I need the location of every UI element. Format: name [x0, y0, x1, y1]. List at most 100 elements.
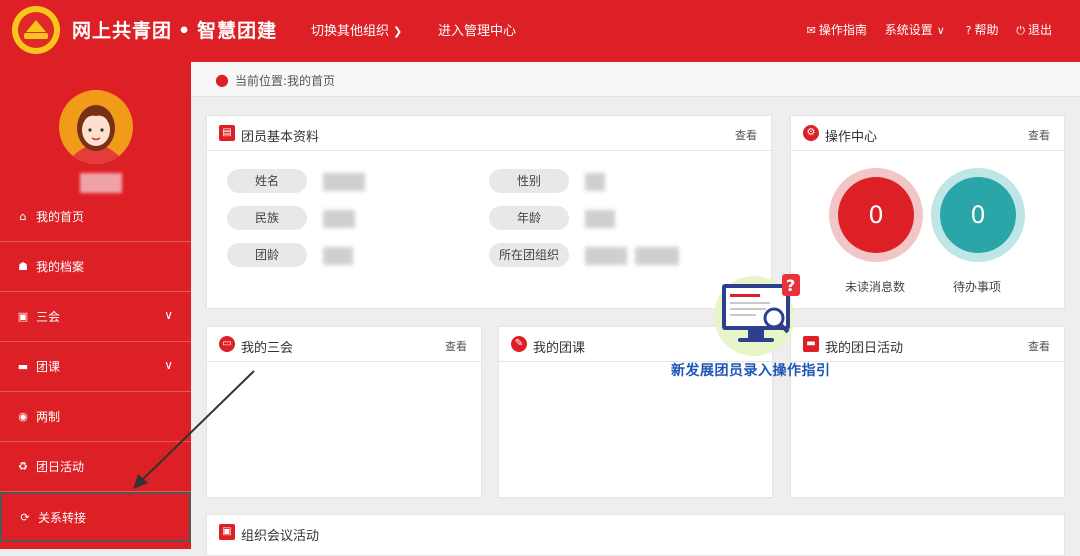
org-meeting-panel-header: ▣ 组织会议活动 — [207, 515, 1064, 549]
field-value-redacted — [323, 173, 365, 191]
avatar[interactable] — [59, 90, 133, 164]
top-bar: 网上共青团 • 智慧团建 切换其他组织 ❯ 进入管理中心 ✉ 操作指南 系统设置 ∨ ? 帮… — [0, 0, 1080, 62]
help-icon: ? — [965, 24, 972, 37]
sidebar-menu: ⌂ 我的首页 ☗ 我的档案 ▣ 三会 ∨ ▬ 团课 ∨ ◉ 两制 ♻ 团日活动 … — [0, 192, 191, 542]
brand-main: 网上共青团 — [72, 20, 173, 42]
field-label-league-age: 团龄 — [227, 243, 307, 267]
league-emblem-logo[interactable] — [12, 6, 60, 54]
chevron-down-icon: ∨ — [164, 308, 173, 322]
panel-title: 团员基本资料 — [241, 130, 320, 145]
field-value-redacted — [323, 247, 353, 265]
sidebar-item-label: 我的档案 — [36, 260, 85, 274]
field-value-redacted — [323, 210, 355, 228]
sidebar-item-meetings[interactable]: ▣ 三会 ∨ — [0, 292, 191, 342]
profile-panel: ▤ 团员基本资料 查看 姓名 民族 团龄 性别 年龄 所在团组织 — [206, 115, 772, 309]
target-icon: ◉ — [18, 410, 28, 423]
sidebar-item-profile[interactable]: ☗ 我的档案 — [0, 242, 191, 292]
profile-panel-header: ▤ 团员基本资料 查看 — [207, 116, 771, 151]
sidebar-item-label: 团课 — [36, 360, 61, 374]
sidebar-item-label: 关系转接 — [38, 510, 87, 525]
todo-badge[interactable]: 0 — [931, 168, 1025, 262]
field-label-name: 姓名 — [227, 169, 307, 193]
location-pin-icon: ● — [215, 70, 229, 89]
view-more-link[interactable]: 查看 — [1028, 127, 1050, 143]
panel-title: 组织会议活动 — [241, 529, 320, 544]
field-label-organization: 所在团组织 — [489, 243, 569, 267]
unread-messages-badge[interactable]: 0 — [829, 168, 923, 262]
chevron-down-icon: ∨ — [936, 24, 945, 37]
todo-count: 0 — [940, 177, 1016, 253]
logout-label: 退出 — [1027, 23, 1052, 37]
admin-center-label: 进入管理中心 — [438, 24, 517, 39]
switch-org-label: 切换其他组织 — [311, 24, 390, 39]
sidebar-item-two-systems[interactable]: ◉ 两制 — [0, 392, 191, 442]
ops-panel-header: ⚙ 操作中心 查看 — [791, 116, 1064, 151]
league-day-panel: ▬ 我的团日活动 查看 — [790, 326, 1065, 498]
folder-icon: ▬ — [17, 360, 29, 373]
view-more-link[interactable]: 查看 — [1028, 338, 1050, 354]
logout-link[interactable]: ⏻ 退出 — [1016, 23, 1052, 37]
meeting-icon: ▭ — [219, 336, 235, 352]
guide-caption: 新发展团员录入操作指引 — [671, 363, 831, 379]
unread-count: 0 — [838, 177, 914, 253]
sidebar-item-label: 我的首页 — [36, 210, 85, 224]
meetings-panel-header: ▭ 我的三会 查看 — [207, 327, 481, 362]
field-value-redacted — [585, 173, 605, 191]
panel-title: 我的三会 — [241, 341, 294, 356]
league-day-panel-header: ▬ 我的团日活动 查看 — [791, 327, 1064, 362]
field-value-redacted — [585, 247, 627, 265]
unread-label: 未读消息数 — [845, 280, 906, 294]
ops-center-panel: ⚙ 操作中心 查看 0 0 未读消息数 待办事项 — [790, 115, 1065, 309]
org-meeting-panel: ▣ 组织会议活动 — [206, 514, 1065, 556]
meeting-icon: ▣ — [17, 310, 29, 323]
guide-illustration: ? — [712, 272, 804, 362]
recycle-icon: ♻ — [18, 460, 28, 473]
settings-menu[interactable]: 系统设置 ∨ — [885, 23, 948, 37]
username-redacted — [80, 173, 122, 193]
admin-center-link[interactable]: 进入管理中心 — [438, 20, 516, 39]
panel-title: 我的团日活动 — [825, 341, 904, 356]
sidebar-item-transfer[interactable]: ⟳ 关系转接 — [0, 492, 191, 542]
view-more-link[interactable]: 查看 — [735, 127, 757, 143]
document-icon: ▣ — [219, 524, 235, 540]
profile-icon: ☗ — [18, 260, 28, 273]
field-label-ethnicity: 民族 — [227, 206, 307, 230]
field-value-redacted — [635, 247, 679, 265]
brand-sub: 智慧团建 — [197, 20, 278, 42]
id-card-icon: ▤ — [219, 125, 235, 141]
meetings-panel: ▭ 我的三会 查看 — [206, 326, 482, 498]
sidebar-item-league-day[interactable]: ♻ 团日活动 — [0, 442, 191, 492]
todo-label: 待办事项 — [953, 280, 1002, 294]
settings-label: 系统设置 — [884, 23, 933, 37]
sidebar-item-label: 两制 — [36, 410, 61, 424]
ops-guide-label: 操作指南 — [818, 23, 867, 37]
breadcrumb: ● 当前位置:我的首页 — [191, 62, 1080, 97]
chevron-down-icon: ❯ — [393, 25, 403, 38]
panel-title: 操作中心 — [825, 130, 878, 145]
breadcrumb-text: 当前位置:我的首页 — [235, 74, 336, 88]
power-icon: ⏻ — [1016, 24, 1025, 37]
book-icon: ✎ — [511, 336, 527, 352]
sidebar-item-home[interactable]: ⌂ 我的首页 — [0, 192, 191, 242]
switch-org-menu[interactable]: 切换其他组织 ❯ — [311, 20, 402, 39]
flag-icon: ▬ — [803, 336, 819, 352]
transfer-icon: ⟳ — [20, 510, 30, 524]
help-link[interactable]: ? 帮助 — [966, 23, 999, 37]
top-links: ✉ 操作指南 系统设置 ∨ ? 帮助 ⏻ 退出 — [793, 21, 1052, 38]
mail-icon: ✉ — [806, 24, 816, 37]
home-icon: ⌂ — [19, 210, 27, 223]
brand-dot: • — [178, 20, 192, 42]
brand-title: 网上共青团 • 智慧团建 — [72, 16, 277, 43]
sidebar-item-course[interactable]: ▬ 团课 ∨ — [0, 342, 191, 392]
ops-guide-link[interactable]: ✉ 操作指南 — [807, 23, 867, 37]
panel-title: 我的团课 — [533, 341, 586, 356]
chevron-down-icon: ∨ — [164, 358, 173, 372]
svg-text:?: ? — [786, 276, 795, 295]
view-more-link[interactable]: 查看 — [445, 338, 467, 354]
sidebar: ⌂ 我的首页 ☗ 我的档案 ▣ 三会 ∨ ▬ 团课 ∨ ◉ 两制 ♻ 团日活动 … — [0, 62, 191, 549]
field-label-gender: 性别 — [489, 169, 569, 193]
field-label-age: 年龄 — [489, 206, 569, 230]
sidebar-item-label: 团日活动 — [36, 460, 85, 474]
gear-icon: ⚙ — [803, 125, 819, 141]
sidebar-item-label: 三会 — [36, 310, 61, 324]
